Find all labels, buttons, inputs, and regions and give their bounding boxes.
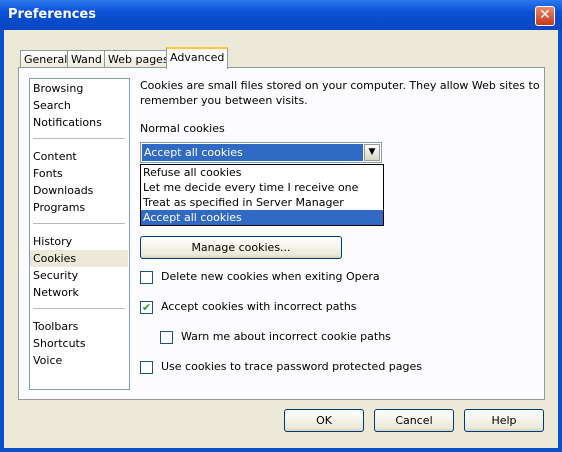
tab-wand[interactable]: Wand bbox=[67, 50, 106, 68]
advanced-panel: Browsing Search Notifications Content Fo… bbox=[18, 67, 545, 400]
sidebar-item-toolbars[interactable]: Toolbars bbox=[30, 318, 128, 335]
sidebar-item-downloads[interactable]: Downloads bbox=[30, 182, 128, 199]
dialog-client-area: General Wand Web pages Advanced Browsing… bbox=[4, 30, 558, 448]
delete-cookies-checkbox[interactable] bbox=[140, 271, 153, 284]
category-sidebar: Browsing Search Notifications Content Fo… bbox=[29, 78, 130, 390]
sidebar-item-programs[interactable]: Programs bbox=[30, 199, 128, 216]
option-server-manager[interactable]: Treat as specified in Server Manager bbox=[141, 195, 383, 210]
sidebar-divider bbox=[33, 138, 125, 139]
sidebar-item-browsing[interactable]: Browsing bbox=[30, 80, 128, 97]
tab-general[interactable]: General bbox=[20, 50, 72, 68]
sidebar-item-fonts[interactable]: Fonts bbox=[30, 165, 128, 182]
incorrect-paths-label: Accept cookies with incorrect paths bbox=[161, 300, 357, 313]
preferences-window: Preferences ✕ General Wand Web pages Adv… bbox=[0, 0, 562, 452]
normal-cookies-select[interactable]: Accept all cookies ▼ bbox=[140, 142, 382, 163]
close-button[interactable]: ✕ bbox=[535, 6, 555, 26]
checkmark-icon: ✔ bbox=[141, 301, 152, 314]
title-bar[interactable]: Preferences ✕ bbox=[0, 0, 562, 30]
warn-paths-checkbox[interactable] bbox=[160, 331, 173, 344]
warn-paths-label: Warn me about incorrect cookie paths bbox=[181, 330, 391, 343]
delete-cookies-label: Delete new cookies when exiting Opera bbox=[161, 270, 380, 283]
sidebar-item-voice[interactable]: Voice bbox=[30, 352, 128, 369]
sidebar-item-notifications[interactable]: Notifications bbox=[30, 114, 128, 131]
select-current-value: Accept all cookies bbox=[142, 144, 363, 161]
incorrect-paths-checkbox[interactable]: ✔ bbox=[140, 301, 153, 314]
sidebar-divider bbox=[33, 223, 125, 224]
tab-web-pages[interactable]: Web pages bbox=[104, 50, 173, 68]
sidebar-item-content[interactable]: Content bbox=[30, 148, 128, 165]
ok-button[interactable]: OK bbox=[284, 409, 364, 432]
sidebar-item-history[interactable]: History bbox=[30, 233, 128, 250]
sidebar-item-search[interactable]: Search bbox=[30, 97, 128, 114]
chevron-down-icon: ▼ bbox=[368, 147, 376, 157]
sidebar-item-security[interactable]: Security bbox=[30, 267, 128, 284]
sidebar-divider bbox=[33, 308, 125, 309]
option-decide-each[interactable]: Let me decide every time I receive one bbox=[141, 180, 383, 195]
manage-cookies-button[interactable]: Manage cookies... bbox=[140, 236, 342, 259]
option-accept-all[interactable]: Accept all cookies bbox=[141, 210, 383, 225]
sidebar-item-shortcuts[interactable]: Shortcuts bbox=[30, 335, 128, 352]
normal-cookies-label: Normal cookies bbox=[140, 122, 225, 135]
password-cookies-checkbox[interactable] bbox=[140, 361, 153, 374]
password-cookies-label: Use cookies to trace password protected … bbox=[161, 360, 423, 373]
tab-advanced[interactable]: Advanced bbox=[166, 47, 229, 69]
cookie-options-list: Refuse all cookies Let me decide every t… bbox=[140, 164, 384, 226]
cookies-description: Cookies are small files stored on your c… bbox=[140, 79, 540, 107]
option-refuse-all[interactable]: Refuse all cookies bbox=[141, 165, 383, 180]
sidebar-item-network[interactable]: Network bbox=[30, 284, 128, 301]
close-icon: ✕ bbox=[539, 7, 551, 23]
dropdown-button[interactable]: ▼ bbox=[364, 144, 380, 161]
sidebar-item-cookies[interactable]: Cookies bbox=[30, 250, 128, 267]
cancel-button[interactable]: Cancel bbox=[374, 409, 454, 432]
window-title: Preferences bbox=[8, 7, 96, 22]
help-button[interactable]: Help bbox=[464, 409, 544, 432]
